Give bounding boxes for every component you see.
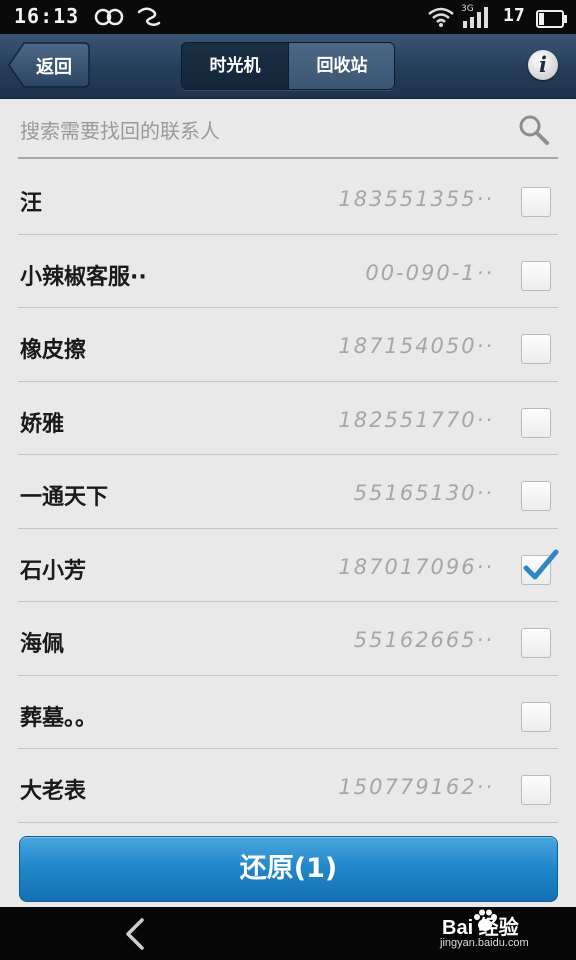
view-switcher: 时光机 回收站 bbox=[181, 42, 395, 90]
contact-phone: 182551770·· bbox=[338, 407, 494, 432]
watermark-brand: Bai 经验 bbox=[442, 917, 519, 939]
contact-name: 娇雅 bbox=[20, 411, 65, 437]
search-underline bbox=[18, 157, 558, 159]
contact-row[interactable]: 汪 183551355·· bbox=[0, 161, 576, 235]
restore-button[interactable]: 还原(1) bbox=[19, 836, 558, 902]
tab-recycle-bin[interactable]: 回收站 bbox=[288, 43, 394, 89]
contact-row[interactable]: 一通天下 55165130·· bbox=[0, 455, 576, 529]
contact-row[interactable]: 石小芳 187017096·· bbox=[0, 529, 576, 602]
contact-phone: 187017096·· bbox=[338, 554, 494, 579]
contact-row[interactable]: 娇雅 182551770·· bbox=[0, 382, 576, 455]
watermark: Bai 经验 jingyan.baidu.com bbox=[430, 909, 570, 957]
battery-icon bbox=[536, 10, 567, 28]
contact-name: 海佩 bbox=[20, 632, 65, 657]
infinity-icon bbox=[94, 8, 124, 26]
contact-name: 大老表 bbox=[20, 779, 87, 804]
contact-checkbox[interactable] bbox=[521, 481, 551, 511]
row-divider bbox=[18, 821, 558, 823]
contact-row[interactable]: 橡皮擦 187154050·· bbox=[0, 308, 576, 382]
status-time: 16:13 bbox=[14, 4, 80, 28]
watermark-url: jingyan.baidu.com bbox=[440, 937, 529, 949]
contact-name: 一通天下 bbox=[20, 485, 109, 510]
wifi-icon bbox=[428, 7, 454, 27]
contact-checkbox[interactable] bbox=[521, 260, 551, 291]
battery-level: 17 bbox=[503, 5, 525, 26]
info-icon[interactable]: i bbox=[528, 50, 558, 80]
contact-checkbox[interactable] bbox=[521, 628, 551, 658]
search-bar bbox=[0, 99, 576, 161]
status-bar: 16:13 3G 17 bbox=[0, 0, 576, 34]
contact-phone: 150779162·· bbox=[338, 775, 494, 799]
nav-back-icon[interactable] bbox=[122, 917, 148, 951]
contact-list: 汪 183551355·· 小辣椒客服·· 00-090-1·· 橡皮擦 18715405… bbox=[0, 161, 576, 823]
contact-name: 汪 bbox=[20, 191, 43, 216]
contact-row[interactable]: 大老表 150779162·· bbox=[0, 749, 576, 823]
app-notification-icon bbox=[137, 7, 161, 27]
app-header: 返回 时光机 回收站 i bbox=[0, 34, 576, 99]
contact-checkbox[interactable] bbox=[521, 775, 551, 805]
contact-row[interactable]: 葬墓。。 bbox=[0, 676, 576, 749]
contact-phone: 55162665·· bbox=[353, 628, 494, 652]
contact-phone: 00-090-1·· bbox=[365, 260, 494, 285]
contact-name: 小辣椒客服·· bbox=[20, 264, 147, 290]
system-nav-bar: Bai 经验 jingyan.baidu.com bbox=[0, 907, 576, 960]
contact-checkbox[interactable] bbox=[521, 549, 559, 585]
contact-checkbox[interactable] bbox=[521, 701, 551, 732]
search-icon[interactable] bbox=[518, 114, 550, 146]
search-input[interactable] bbox=[20, 113, 500, 149]
contact-checkbox[interactable] bbox=[521, 187, 551, 217]
signal-icon bbox=[463, 7, 488, 28]
contact-name: 葬墓。。 bbox=[20, 705, 98, 731]
contact-checkbox[interactable] bbox=[521, 334, 551, 364]
contact-phone: 187154050·· bbox=[338, 334, 494, 358]
contact-name: 石小芳 bbox=[20, 558, 87, 584]
contact-name: 橡皮擦 bbox=[20, 338, 87, 363]
checkmark-icon bbox=[523, 549, 559, 579]
back-button[interactable]: 返回 bbox=[8, 42, 90, 88]
contact-phone: 183551355·· bbox=[338, 187, 494, 211]
contact-checkbox[interactable] bbox=[521, 407, 551, 438]
back-button-label: 返回 bbox=[36, 57, 72, 78]
tab-time-machine[interactable]: 时光机 bbox=[182, 43, 288, 89]
contact-phone: 55165130·· bbox=[353, 481, 494, 505]
contact-row[interactable]: 海佩 55162665·· bbox=[0, 602, 576, 676]
contact-row[interactable]: 小辣椒客服·· 00-090-1·· bbox=[0, 235, 576, 308]
